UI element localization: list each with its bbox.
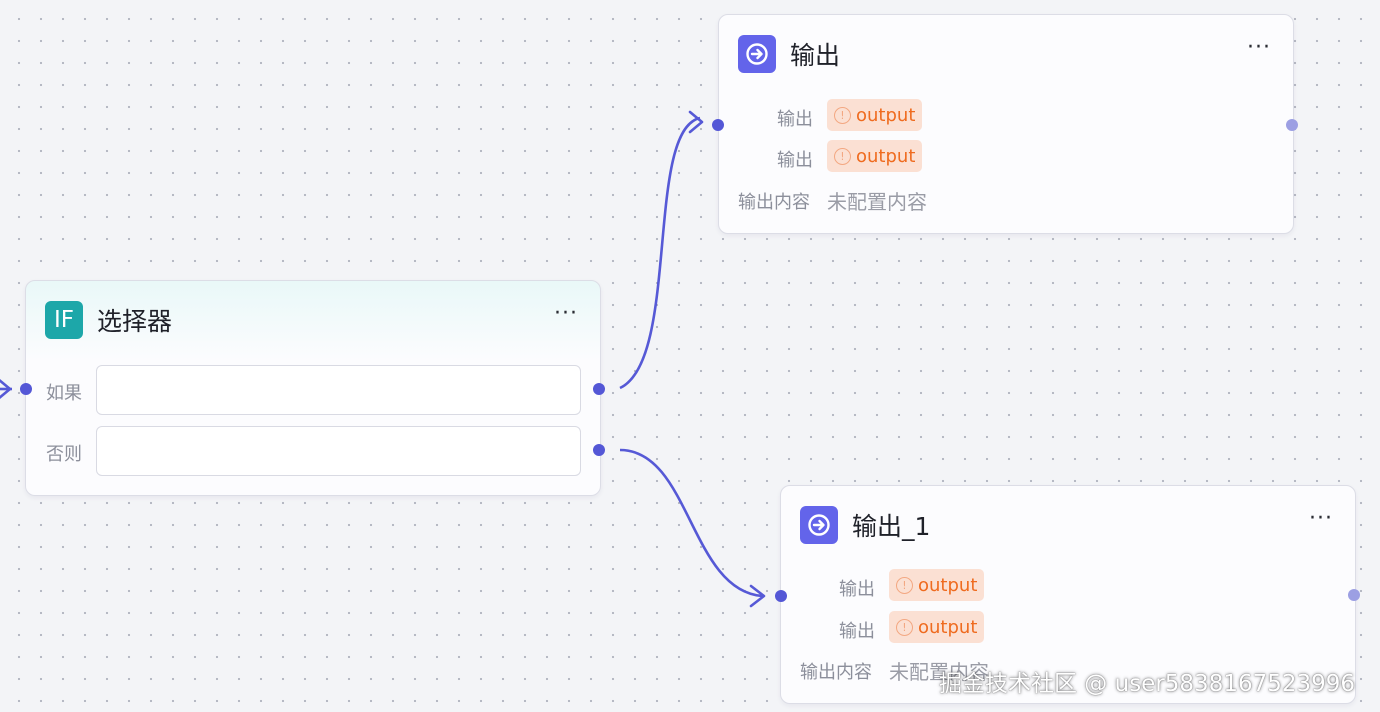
else-condition-input[interactable] <box>96 426 581 476</box>
selector-input-port[interactable] <box>20 383 32 395</box>
arrow-circle-right-icon <box>738 35 776 73</box>
output-node-title: 输出 <box>790 41 841 70</box>
output-1-input-port[interactable] <box>775 590 787 602</box>
output-variable-name: output <box>918 574 978 596</box>
output-variable-chip[interactable]: ! output <box>827 140 923 172</box>
output-input-port[interactable] <box>712 119 724 131</box>
param-label: 输出 <box>777 150 813 171</box>
warning-icon: ! <box>896 576 913 594</box>
output-content-label: 输出内容 <box>738 192 810 213</box>
edge-selector-else-to-output-1[interactable] <box>619 448 763 598</box>
arrow-circle-right-icon <box>800 506 838 544</box>
output-variable-name: output <box>856 104 916 126</box>
output-1-node-title: 输出_1 <box>852 512 931 541</box>
if-icon: IF <box>45 301 83 339</box>
output-1-output-port[interactable] <box>1348 589 1360 601</box>
selector-node[interactable]: IF 选择器 ··· 如果 否则 <box>25 280 601 496</box>
output-output-port[interactable] <box>1286 119 1298 131</box>
warning-icon: ! <box>834 106 851 124</box>
if-output-port[interactable] <box>593 383 605 395</box>
output-variable-name: output <box>918 616 978 638</box>
if-condition-input[interactable] <box>96 365 581 415</box>
else-label: 否则 <box>46 444 82 465</box>
output-content-value: 未配置内容 <box>827 190 927 214</box>
output-variable-chip[interactable]: ! output <box>827 99 923 131</box>
output-node-header: 输出 <box>738 35 840 73</box>
selector-node-title: 选择器 <box>97 307 173 336</box>
output-variable-chip[interactable]: ! output <box>889 611 985 643</box>
param-label: 输出 <box>839 579 875 600</box>
more-options-icon[interactable]: ··· <box>1247 37 1271 59</box>
watermark: 掘金技术社区 @ user5838167523996 <box>939 671 1356 697</box>
param-label: 输出 <box>777 109 813 130</box>
warning-icon: ! <box>834 147 851 165</box>
output-content-label: 输出内容 <box>800 662 872 683</box>
output-node[interactable]: 输出 ··· 输出 ! output 输出 ! output 输出内容 未配置内… <box>718 14 1294 234</box>
more-options-icon[interactable]: ··· <box>1309 508 1333 530</box>
else-output-port[interactable] <box>593 444 605 456</box>
output-variable-chip[interactable]: ! output <box>889 569 985 601</box>
edge-selector-if-to-output[interactable] <box>619 116 701 390</box>
output-1-node-header: 输出_1 <box>800 506 930 544</box>
if-label: 如果 <box>46 383 82 404</box>
selector-node-header: IF 选择器 <box>45 301 172 339</box>
warning-icon: ! <box>896 618 913 636</box>
output-variable-name: output <box>856 145 916 167</box>
more-options-icon[interactable]: ··· <box>554 303 578 325</box>
param-label: 输出 <box>839 621 875 642</box>
